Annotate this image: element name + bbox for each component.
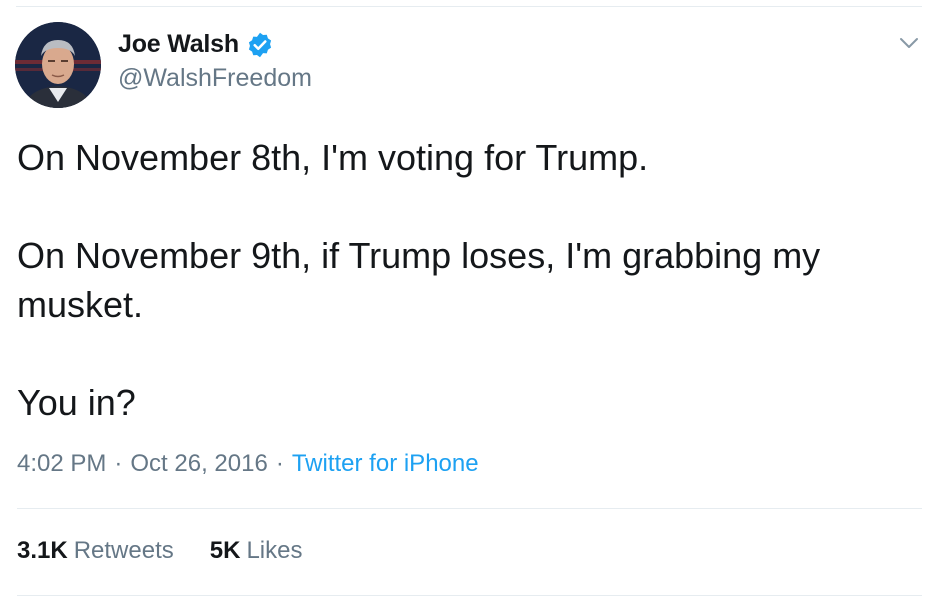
chevron-down-icon[interactable] (896, 30, 922, 56)
meta-separator: · (114, 450, 123, 477)
tweet-line: On November 8th, I'm voting for Trump. (17, 137, 649, 178)
retweets-label: Retweets (73, 537, 174, 564)
likes-label: Likes (246, 537, 303, 564)
top-divider (16, 6, 922, 7)
likes-stat[interactable]: 5K Likes (210, 537, 303, 565)
retweets-count: 3.1K (17, 537, 68, 564)
retweets-stat[interactable]: 3.1K Retweets (17, 537, 174, 565)
tweet-line: On November 9th, if Trump loses, I'm gra… (17, 235, 821, 325)
tweet-meta: 4:02 PM · Oct 26, 2016 · Twitter for iPhone (17, 450, 479, 478)
display-name[interactable]: Joe Walsh (118, 30, 239, 59)
divider (17, 595, 922, 596)
avatar-photo (15, 22, 101, 108)
tweet-text: On November 8th, I'm voting for Trump. O… (17, 133, 917, 427)
author-handle[interactable]: @WalshFreedom (118, 64, 312, 93)
tweet-source-link[interactable]: Twitter for iPhone (292, 450, 479, 477)
tweet-line: You in? (17, 382, 136, 423)
tweet-date[interactable]: Oct 26, 2016 (130, 450, 267, 477)
divider (17, 508, 922, 509)
author-name-row[interactable]: Joe Walsh (118, 30, 274, 59)
likes-count: 5K (209, 537, 241, 564)
verified-badge-icon (248, 32, 272, 57)
avatar[interactable] (15, 22, 101, 108)
tweet-stats: 3.1K Retweets 5K Likes (17, 537, 338, 565)
meta-separator: · (275, 450, 284, 477)
tweet-time[interactable]: 4:02 PM (17, 450, 106, 477)
